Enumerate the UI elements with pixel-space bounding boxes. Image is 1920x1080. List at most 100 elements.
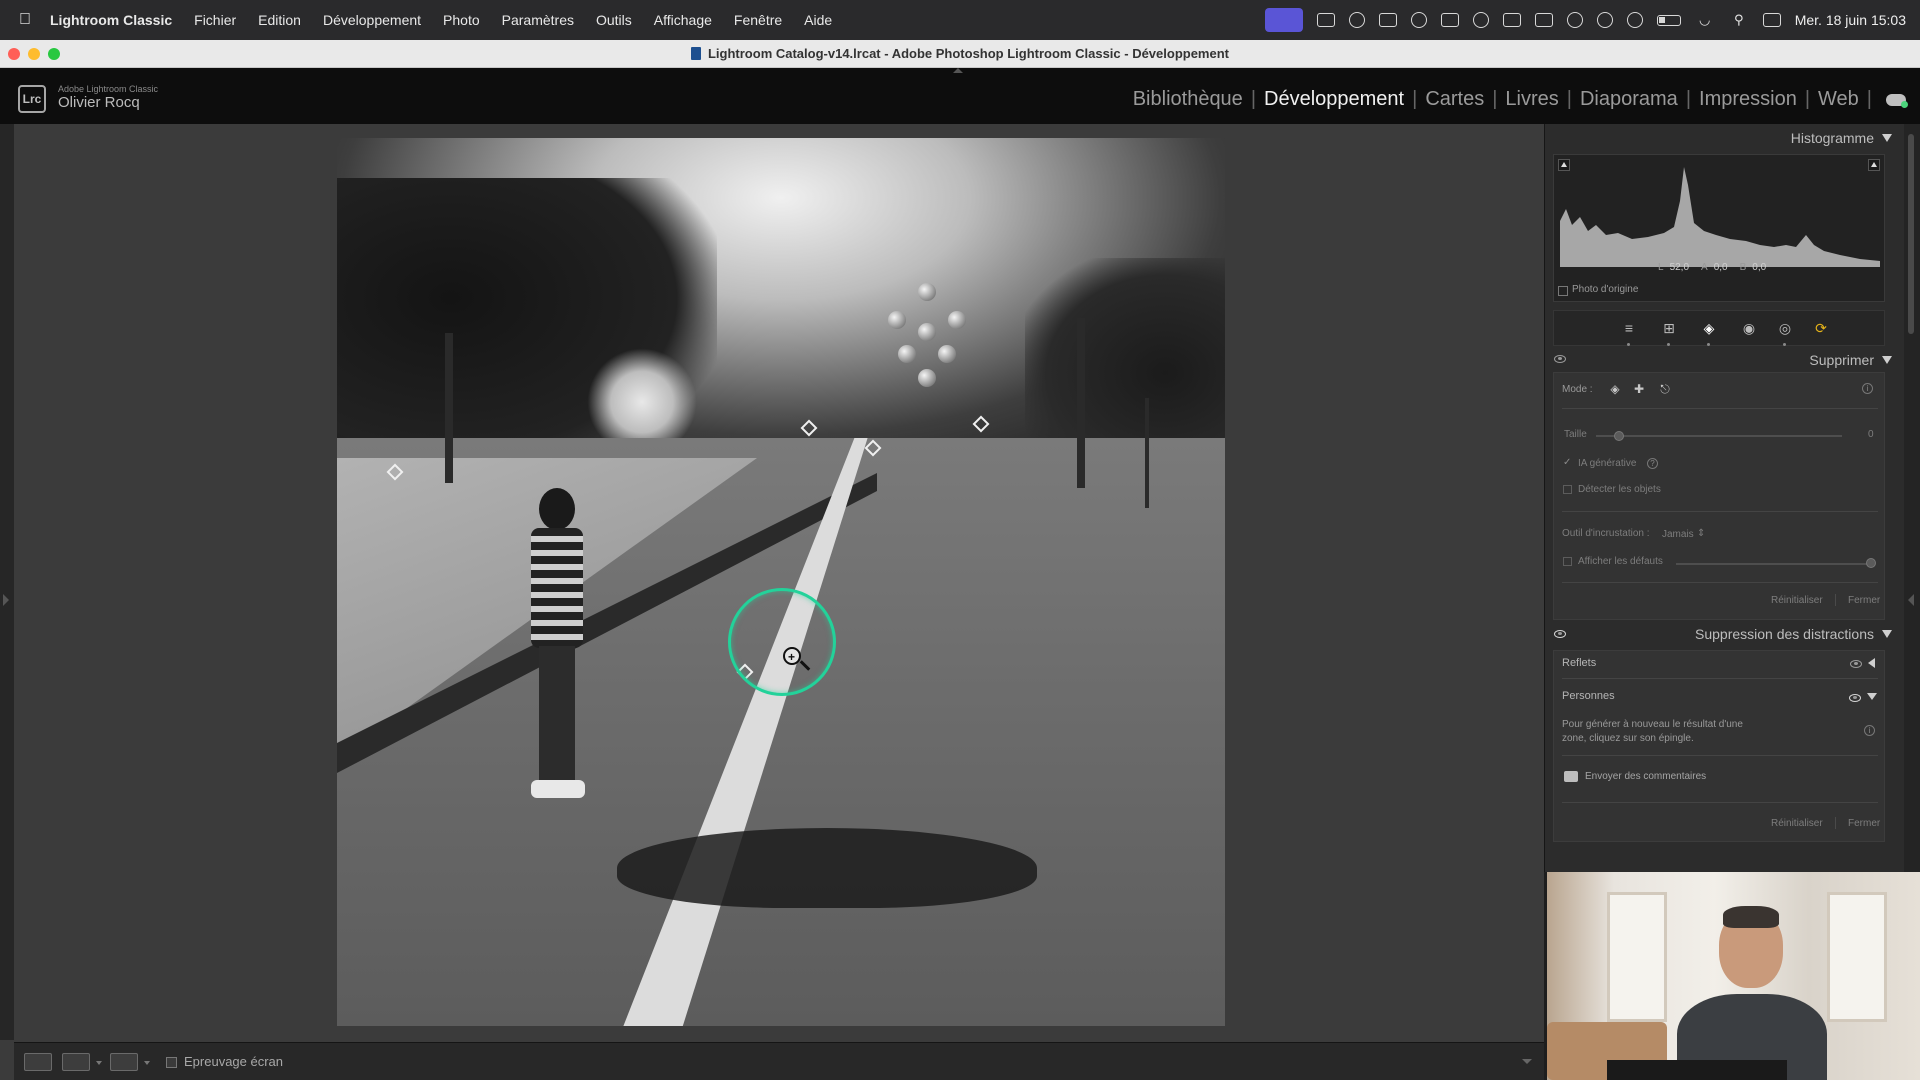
distractions-header[interactable]: Suppression des distractions	[1552, 626, 1896, 648]
heal-mode-bandage-icon[interactable]: ✚	[1632, 382, 1646, 396]
histogram-graph[interactable]	[1553, 154, 1885, 302]
red-eye-icon[interactable]: ◉	[1740, 319, 1758, 337]
menu-app-name[interactable]: Lightroom Classic	[50, 12, 183, 28]
people-visibility-icon[interactable]	[1849, 694, 1861, 702]
people-label[interactable]: Personnes	[1562, 690, 1615, 702]
clone-mode-stamp-icon[interactable]: ⎋	[1658, 382, 1672, 396]
swap-dropdown-icon[interactable]	[144, 1061, 150, 1065]
info-icon[interactable]: i	[1862, 383, 1873, 394]
reflections-visibility-icon[interactable]	[1850, 660, 1862, 668]
module-cartes[interactable]: Cartes	[1419, 88, 1490, 111]
time-machine-icon[interactable]	[1626, 12, 1643, 28]
show-defaults-checkbox[interactable]	[1563, 557, 1572, 566]
spotlight-search-icon[interactable]: ⚲	[1729, 12, 1749, 28]
menu-fichier[interactable]: Fichier	[183, 12, 247, 28]
menu-affichage[interactable]: Affichage	[643, 12, 723, 28]
menu-aide[interactable]: Aide	[793, 12, 843, 28]
module-livres[interactable]: Livres	[1499, 88, 1564, 111]
expand-left-panel-icon[interactable]	[3, 594, 9, 606]
module-developpement[interactable]: Développement	[1258, 88, 1410, 111]
module-diaporama[interactable]: Diaporama	[1574, 88, 1684, 111]
menubar-clock[interactable]: Mer. 18 juin 15:03	[1795, 12, 1906, 28]
minimize-window-button[interactable]	[28, 48, 40, 60]
creative-cloud-icon[interactable]	[1472, 12, 1489, 28]
supprimer-header[interactable]: Supprimer	[1552, 352, 1896, 374]
cloud-sync-icon[interactable]	[1886, 94, 1908, 108]
photo-preview[interactable]	[337, 138, 1225, 1026]
camera-icon[interactable]	[1378, 13, 1397, 27]
loupe-view-button[interactable]	[24, 1053, 52, 1071]
ai-edit-icon[interactable]: ⟳	[1812, 319, 1830, 337]
show-defaults-slider-track[interactable]	[1676, 563, 1872, 565]
histogram-header[interactable]: Histogramme	[1552, 130, 1896, 152]
scrollbar-thumb[interactable]	[1908, 134, 1914, 334]
crop-icon[interactable]: ⊞	[1660, 319, 1678, 337]
battery-icon[interactable]	[1656, 14, 1681, 26]
before-after-swap-button[interactable]	[110, 1053, 138, 1071]
size-slider-thumb[interactable]	[1614, 431, 1624, 441]
generative-ai-info-icon[interactable]: ?	[1647, 458, 1658, 469]
app-status-icon[interactable]	[1316, 13, 1335, 27]
soft-proof-checkbox[interactable]	[166, 1057, 177, 1068]
menu-photo[interactable]: Photo	[432, 12, 491, 28]
apple-icon[interactable]: 	[0, 11, 50, 29]
zoom-window-button[interactable]	[48, 48, 60, 60]
collapse-top-panel-icon[interactable]	[953, 68, 963, 73]
clipboard-icon[interactable]	[1534, 13, 1553, 27]
show-defaults-slider-thumb[interactable]	[1866, 558, 1876, 568]
control-center-icon[interactable]	[1762, 13, 1781, 27]
feedback-speech-icon[interactable]	[1564, 771, 1578, 782]
detect-objects-checkbox[interactable]	[1563, 485, 1572, 494]
send-feedback-link[interactable]: Envoyer des commentaires	[1585, 771, 1706, 782]
people-info-icon[interactable]: i	[1864, 725, 1875, 736]
menu-developpement[interactable]: Développement	[312, 12, 432, 28]
recording-icon[interactable]	[1410, 12, 1427, 28]
collapse-right-panel-icon[interactable]	[1908, 594, 1914, 606]
size-slider-track[interactable]	[1596, 435, 1842, 437]
people-collapse-icon[interactable]	[1867, 693, 1877, 700]
module-bibliotheque[interactable]: Bibliothèque	[1127, 88, 1249, 111]
lab-l-value: 52,0	[1669, 262, 1690, 273]
menu-outils[interactable]: Outils	[585, 12, 643, 28]
play-icon[interactable]	[1596, 12, 1613, 28]
cursor-app-icon[interactable]	[1348, 12, 1365, 28]
webcam-overlay	[1547, 872, 1920, 1080]
develop-tool-strip: ≡ ⊞ ◈ ◉ ◎ ⟳	[1553, 310, 1885, 346]
size-value[interactable]: 0	[1868, 429, 1874, 440]
photoshop-icon[interactable]	[1440, 13, 1459, 27]
collapse-arrow-icon[interactable]	[1882, 134, 1892, 142]
overlay-tool-dropdown[interactable]: Jamais	[1662, 529, 1694, 540]
collapse-arrow-icon[interactable]	[1882, 630, 1892, 638]
distractions-close-button[interactable]: Fermer	[1848, 818, 1880, 829]
before-after-dropdown-icon[interactable]	[96, 1061, 102, 1065]
module-impression[interactable]: Impression	[1693, 88, 1803, 111]
distractions-reset-button[interactable]: Réinitialiser	[1771, 818, 1823, 829]
remove-brush-cursor[interactable]: +	[728, 588, 836, 696]
supprimer-close-button[interactable]: Fermer	[1848, 595, 1880, 606]
before-after-view-button[interactable]	[62, 1053, 90, 1071]
wifi-icon[interactable]: ◡	[1695, 12, 1715, 28]
close-window-button[interactable]	[8, 48, 20, 60]
collapse-arrow-icon[interactable]	[1882, 356, 1892, 364]
remove-mode-eraser-icon[interactable]: ◈	[1608, 382, 1622, 396]
generative-ai-checkmark-icon[interactable]: ✓	[1563, 457, 1571, 468]
reflections-label[interactable]: Reflets	[1562, 657, 1596, 669]
masking-icon[interactable]: ◎	[1776, 319, 1794, 337]
supprimer-reset-button[interactable]: Réinitialiser	[1771, 595, 1823, 606]
right-panel-scrollbar[interactable]	[1904, 124, 1920, 344]
toolbar-menu-icon[interactable]	[1522, 1059, 1532, 1064]
original-photo-checkbox[interactable]	[1558, 286, 1568, 296]
menu-fenetre[interactable]: Fenêtre	[723, 12, 793, 28]
calendar-icon[interactable]	[1502, 13, 1521, 27]
edit-sliders-icon[interactable]: ≡	[1620, 319, 1638, 337]
left-panel-collapsed[interactable]	[0, 124, 14, 1040]
screen-share-icon[interactable]	[1264, 8, 1303, 32]
reflections-expand-icon[interactable]	[1868, 658, 1875, 668]
menu-parametres[interactable]: Paramètres	[491, 12, 585, 28]
menu-edition[interactable]: Edition	[247, 12, 312, 28]
remove-eraser-icon[interactable]: ◈	[1700, 319, 1718, 337]
dropdown-chevron-icon[interactable]: ⇕	[1697, 528, 1705, 539]
module-web[interactable]: Web	[1812, 88, 1865, 111]
child-shirt	[531, 528, 583, 648]
user-icon[interactable]	[1566, 12, 1583, 28]
